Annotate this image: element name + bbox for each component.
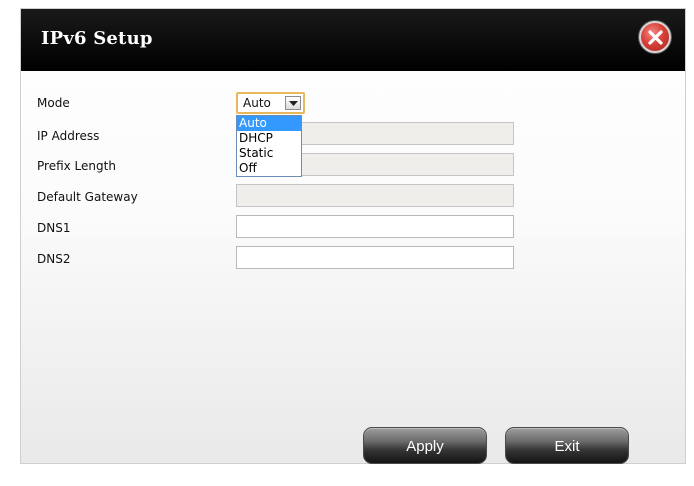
mode-select[interactable]: Auto [236, 92, 305, 114]
ip-address-label: IP Address [37, 129, 100, 143]
dialog-title: IPv6 Setup [41, 28, 153, 49]
ipv6-setup-dialog: IPv6 Setup Mode Auto IP Address Prefix L… [20, 8, 686, 464]
close-icon[interactable] [639, 21, 671, 53]
mode-option-auto[interactable]: Auto [237, 116, 301, 131]
mode-label: Mode [37, 96, 70, 110]
mode-option-dhcp[interactable]: DHCP [237, 131, 301, 146]
exit-button[interactable]: Exit [505, 427, 629, 464]
mode-option-static[interactable]: Static [237, 146, 301, 161]
mode-dropdown-list: Auto DHCP Static Off [236, 115, 302, 177]
mode-select-value: Auto [243, 96, 271, 110]
dialog-titlebar: IPv6 Setup [21, 9, 685, 71]
mode-option-off[interactable]: Off [237, 161, 301, 176]
default-gateway-field[interactable] [236, 184, 514, 207]
dns1-field[interactable] [236, 215, 514, 238]
default-gateway-label: Default Gateway [37, 190, 138, 204]
prefix-length-label: Prefix Length [37, 159, 116, 173]
apply-button[interactable]: Apply [363, 427, 487, 464]
dns2-field[interactable] [236, 246, 514, 269]
chevron-down-icon[interactable] [285, 96, 301, 110]
dns1-label: DNS1 [37, 221, 71, 235]
dns2-label: DNS2 [37, 252, 71, 266]
